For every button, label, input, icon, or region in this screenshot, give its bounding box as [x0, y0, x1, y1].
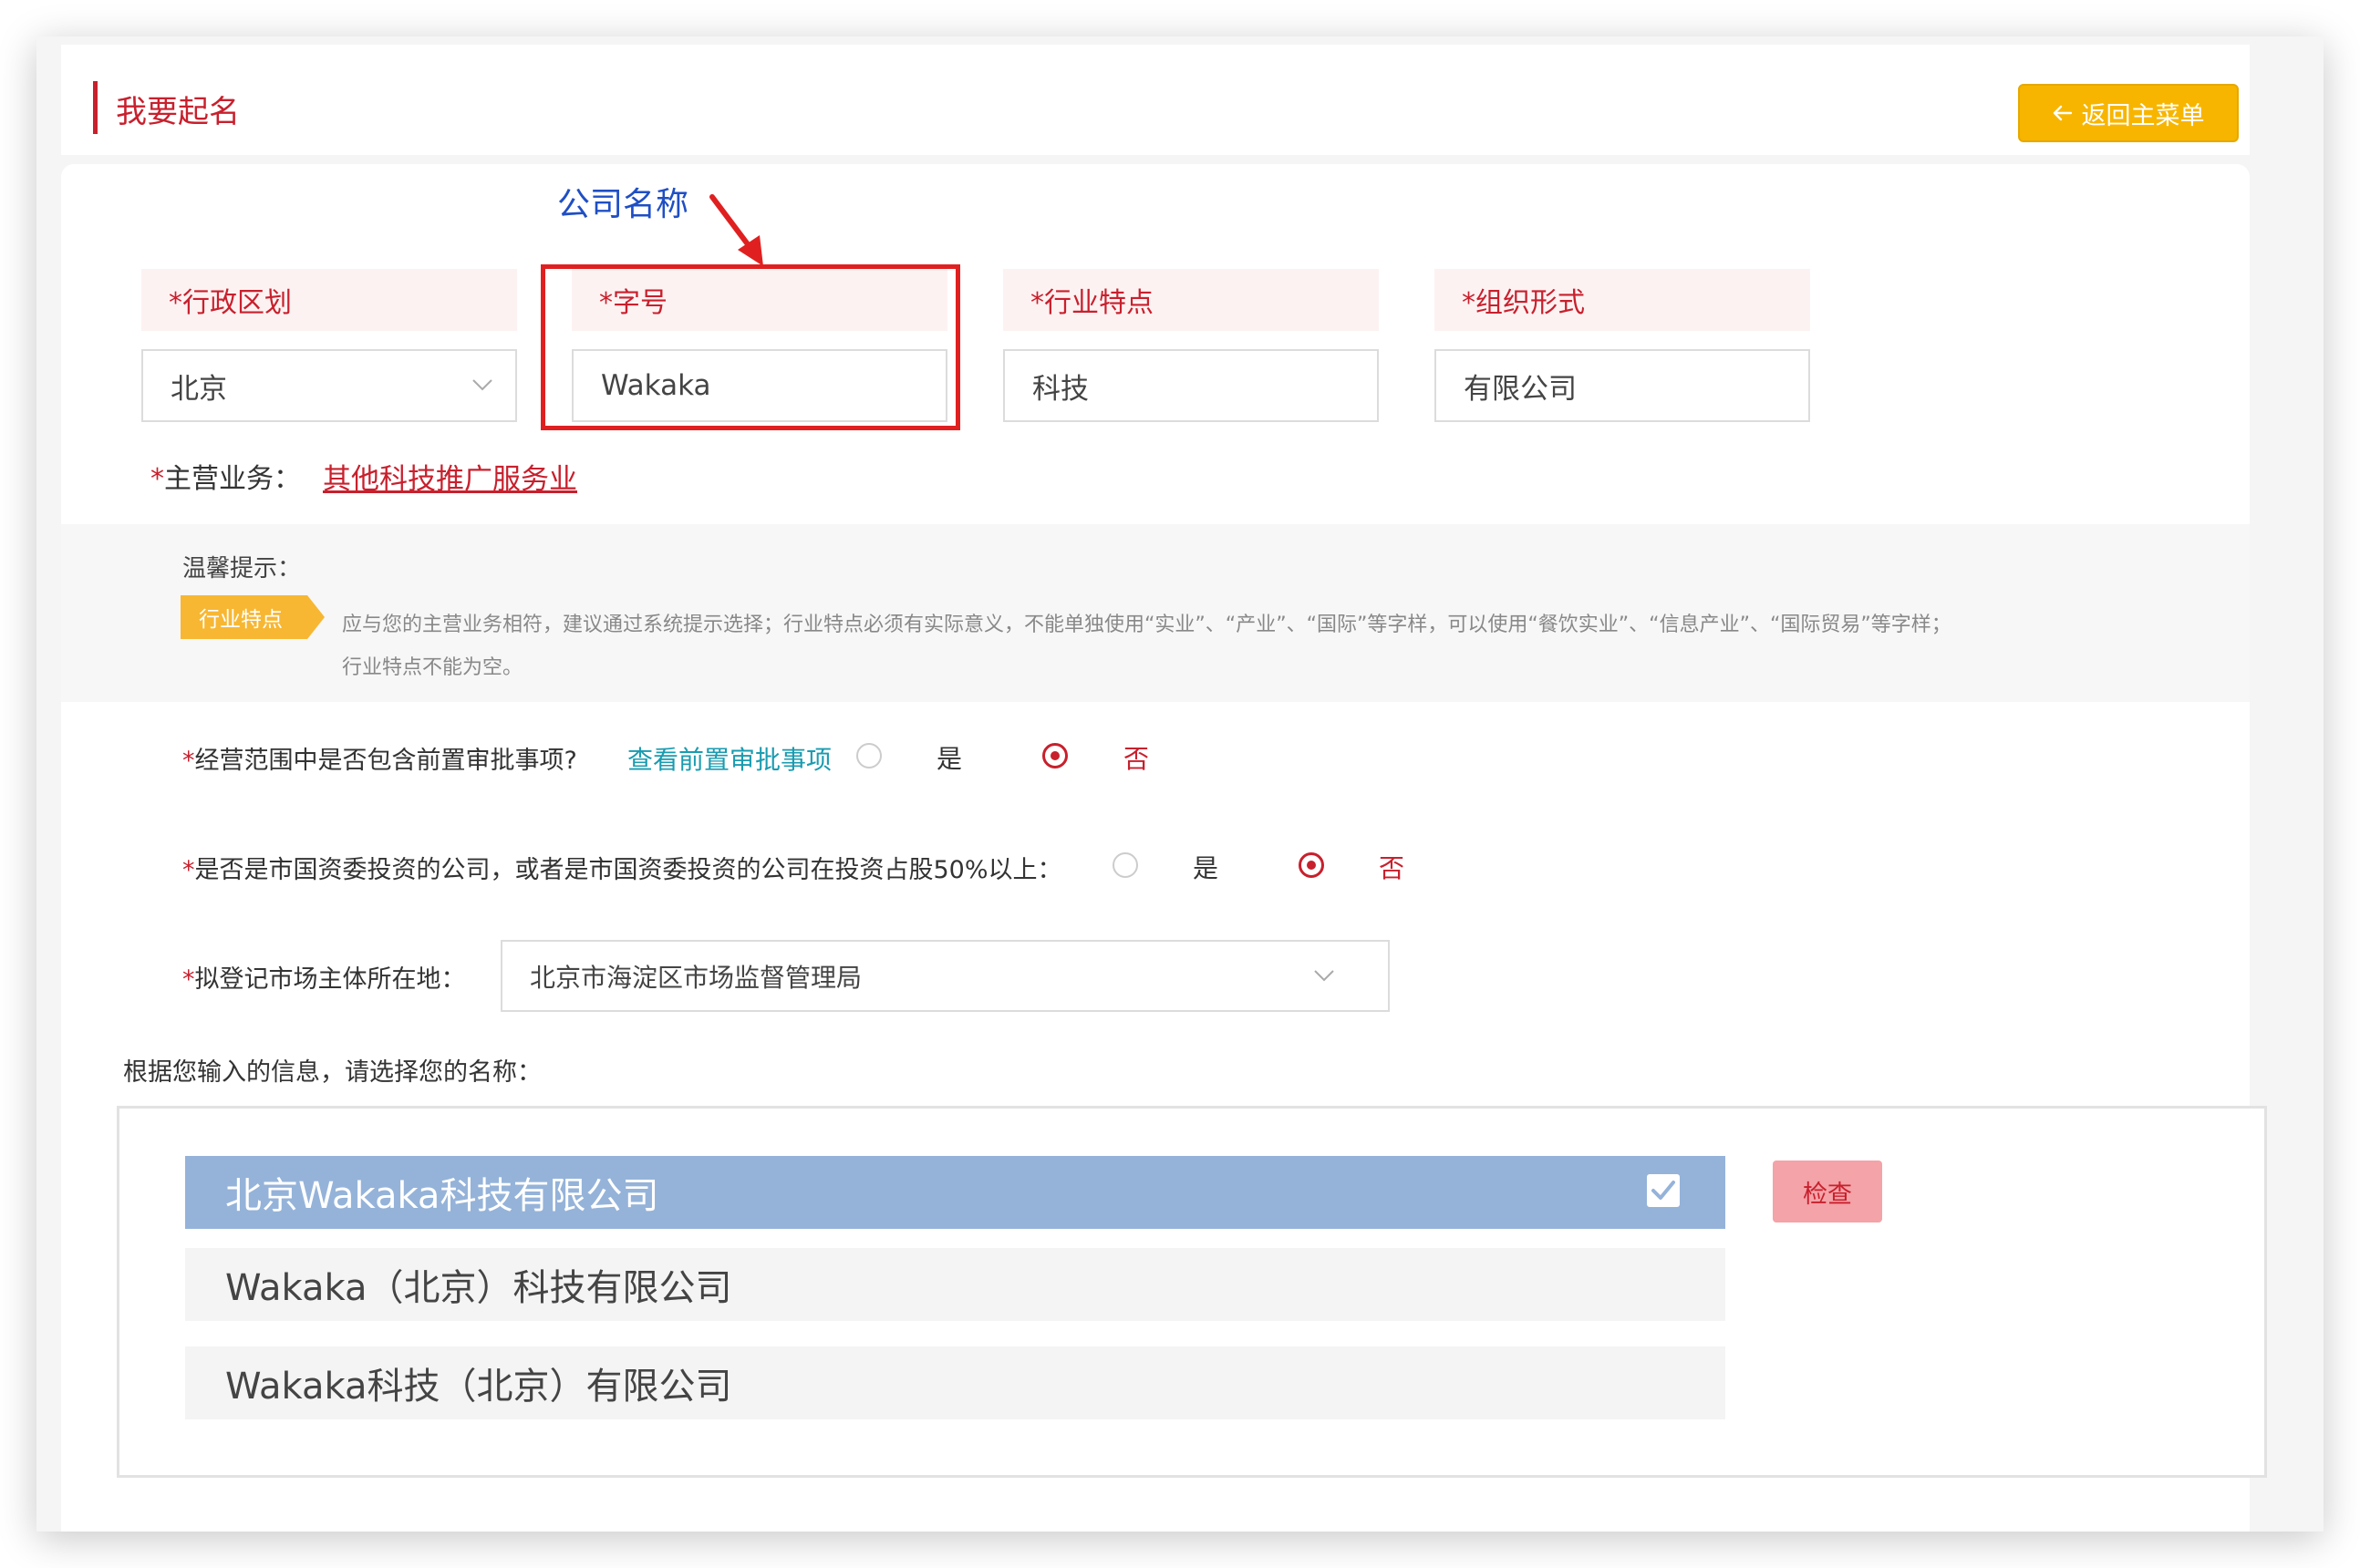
- org-form-value: 有限公司: [1464, 372, 1577, 406]
- industry-field: *行业特点 科技: [1003, 269, 1379, 422]
- name-option-3[interactable]: Wakaka科技（北京）有限公司: [185, 1346, 1725, 1419]
- tips-text: 应与您的主营业务相符，建议通过系统提示选择；行业特点必须有实际意义，不能单独使用…: [342, 603, 2166, 689]
- state-owned-no-label: 否: [1379, 853, 1405, 883]
- back-button-label: 返回主菜单: [2081, 101, 2205, 130]
- pre-approval-yes-radio[interactable]: [856, 743, 882, 769]
- state-owned-question: *是否是市国资委投资的公司，或者是市国资委投资的公司在投资占股50%以上：: [182, 856, 1062, 884]
- annotation-arrow-icon: [709, 194, 763, 266]
- annotation-label: 公司名称: [557, 186, 689, 223]
- main-business-label: *主营业务：: [150, 463, 301, 495]
- org-form-label: *组织形式: [1434, 269, 1810, 331]
- main-card: 我要起名 返回主菜单 公司名称 *行政区划 北京 *字号 Wakaka *行业特…: [36, 36, 2324, 1532]
- tips-line-1: 应与您的主营业务相符，建议通过系统提示选择；行业特点必须有实际意义，不能单独使用…: [342, 614, 1951, 636]
- region-select[interactable]: 北京: [141, 349, 517, 422]
- name-option-label: Wakaka科技（北京）有限公司: [225, 1366, 732, 1408]
- industry-label: *行业特点: [1003, 269, 1379, 331]
- pre-approval-no-label: 否: [1123, 744, 1150, 774]
- industry-input[interactable]: 科技: [1003, 349, 1379, 422]
- state-owned-yes-radio[interactable]: [1113, 852, 1138, 878]
- region-field: *行政区划 北京: [141, 269, 517, 422]
- tips-line-2: 行业特点不能为空。: [342, 656, 523, 679]
- registration-location-value: 北京市海淀区市场监督管理局: [530, 962, 863, 993]
- name-option-1[interactable]: 北京Wakaka科技有限公司: [185, 1156, 1725, 1229]
- state-owned-yes-label: 是: [1193, 853, 1219, 883]
- check-name-button[interactable]: 检查: [1773, 1161, 1882, 1222]
- highlight-frame: [541, 264, 960, 430]
- name-option-label: 北京Wakaka科技有限公司: [225, 1175, 659, 1217]
- back-to-menu-button[interactable]: 返回主菜单: [2018, 84, 2239, 142]
- org-form-input[interactable]: 有限公司: [1434, 349, 1810, 422]
- region-label: *行政区划: [141, 269, 517, 331]
- view-pre-approval-link[interactable]: 查看前置审批事项: [627, 740, 832, 777]
- pre-approval-question: *经营范围中是否包含前置审批事项?: [182, 747, 577, 775]
- chevron-down-icon: [1314, 970, 1334, 982]
- region-value: 北京: [171, 372, 227, 406]
- registration-location-select[interactable]: 北京市海淀区市场监督管理局: [501, 940, 1390, 1012]
- title-accent-bar: [93, 81, 98, 134]
- main-business-link[interactable]: 其他科技推广服务业: [323, 456, 577, 497]
- page-header: 我要起名 返回主菜单: [61, 45, 2250, 155]
- industry-tip-badge: 行业特点: [181, 595, 325, 639]
- registration-location-question: *拟登记市场主体所在地：: [182, 965, 466, 994]
- arrow-left-icon: [2053, 99, 2073, 128]
- pre-approval-no-radio[interactable]: [1042, 743, 1068, 769]
- name-option-2[interactable]: Wakaka（北京）科技有限公司: [185, 1248, 1725, 1321]
- checkbox-checked-icon[interactable]: [1647, 1174, 1680, 1207]
- choose-name-prompt: 根据您输入的信息，请选择您的名称：: [123, 1058, 542, 1087]
- chevron-down-icon: [472, 379, 492, 391]
- name-option-label: Wakaka（北京）科技有限公司: [225, 1267, 732, 1309]
- pre-approval-yes-label: 是: [937, 744, 963, 774]
- industry-value: 科技: [1032, 372, 1089, 406]
- page-title: 我要起名: [116, 94, 240, 130]
- org-form-field: *组织形式 有限公司: [1434, 269, 1810, 422]
- tips-title: 温馨提示：: [182, 555, 302, 583]
- state-owned-no-radio[interactable]: [1299, 852, 1324, 878]
